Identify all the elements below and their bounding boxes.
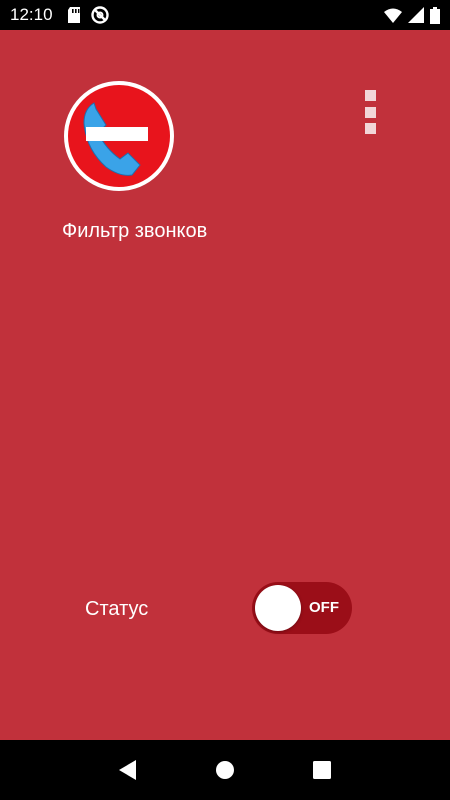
status-left-icons [67, 6, 109, 24]
status-right-icons [384, 6, 440, 24]
back-icon [119, 760, 137, 780]
toggle-knob[interactable] [255, 585, 301, 631]
menu-dot [364, 123, 376, 134]
status-time: 12:10 [10, 5, 53, 24]
home-icon [215, 761, 234, 779]
navigation-bar [0, 740, 450, 800]
call-block-icon [64, 81, 174, 191]
battery-icon [430, 6, 440, 24]
app-title: Фильтр звонков [62, 220, 208, 242]
recents-icon [312, 761, 331, 779]
status-bar: 12:10 [0, 0, 450, 30]
menu-dot [364, 106, 376, 118]
sd-card-icon [67, 7, 80, 23]
menu-dot [364, 90, 376, 101]
recents-button[interactable] [302, 750, 342, 790]
toggle-state-label: OFF [309, 599, 339, 616]
status-label: Статус [85, 598, 149, 620]
do-not-disturb-icon [90, 6, 109, 24]
home-button[interactable] [205, 750, 245, 790]
back-button[interactable] [108, 750, 148, 790]
app-screen: Фильтр звонков Статус OFF [0, 30, 450, 740]
status-toggle[interactable]: OFF [252, 582, 352, 634]
overflow-menu-icon[interactable] [360, 90, 380, 134]
signal-icon [408, 7, 424, 23]
wifi-icon [384, 8, 402, 23]
